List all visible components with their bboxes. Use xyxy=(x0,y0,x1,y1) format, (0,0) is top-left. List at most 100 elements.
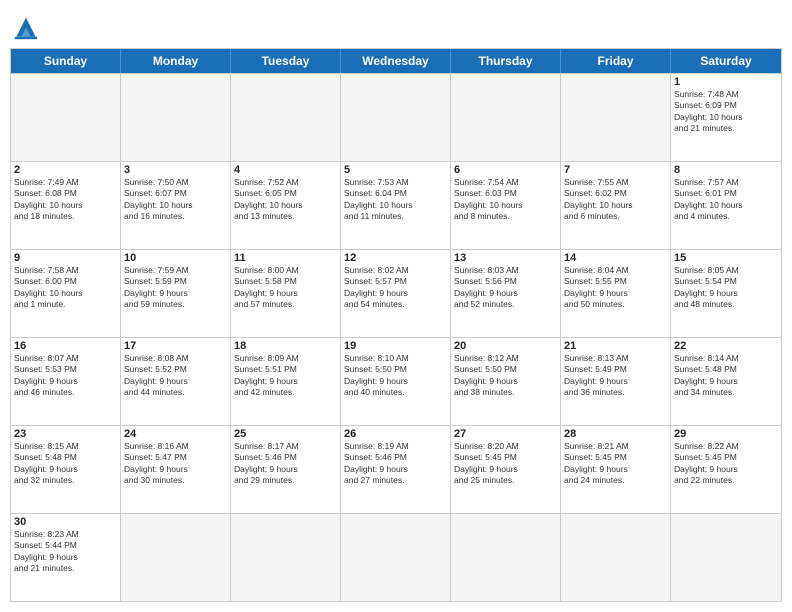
day-number: 11 xyxy=(234,252,337,264)
day-number: 3 xyxy=(124,164,227,176)
cell-info: Sunrise: 8:09 AM Sunset: 5:51 PM Dayligh… xyxy=(234,353,337,399)
calendar-cell-r2-c6: 15Sunrise: 8:05 AM Sunset: 5:54 PM Dayli… xyxy=(671,250,781,337)
weekday-header-friday: Friday xyxy=(561,49,671,73)
calendar-cell-r3-c0: 16Sunrise: 8:07 AM Sunset: 5:53 PM Dayli… xyxy=(11,338,121,425)
cell-info: Sunrise: 8:17 AM Sunset: 5:46 PM Dayligh… xyxy=(234,441,337,487)
cell-info: Sunrise: 8:10 AM Sunset: 5:50 PM Dayligh… xyxy=(344,353,447,399)
cell-info: Sunrise: 7:55 AM Sunset: 6:02 PM Dayligh… xyxy=(564,177,667,223)
calendar: SundayMondayTuesdayWednesdayThursdayFrid… xyxy=(10,48,782,602)
calendar-cell-r0-c4 xyxy=(451,74,561,161)
calendar-cell-r4-c1: 24Sunrise: 8:16 AM Sunset: 5:47 PM Dayli… xyxy=(121,426,231,513)
calendar-cell-r0-c3 xyxy=(341,74,451,161)
day-number: 23 xyxy=(14,428,117,440)
day-number: 15 xyxy=(674,252,778,264)
day-number: 6 xyxy=(454,164,557,176)
cell-info: Sunrise: 7:52 AM Sunset: 6:05 PM Dayligh… xyxy=(234,177,337,223)
day-number: 7 xyxy=(564,164,667,176)
cell-info: Sunrise: 8:08 AM Sunset: 5:52 PM Dayligh… xyxy=(124,353,227,399)
day-number: 26 xyxy=(344,428,447,440)
day-number: 21 xyxy=(564,340,667,352)
calendar-cell-r4-c2: 25Sunrise: 8:17 AM Sunset: 5:46 PM Dayli… xyxy=(231,426,341,513)
cell-info: Sunrise: 8:00 AM Sunset: 5:58 PM Dayligh… xyxy=(234,265,337,311)
calendar-cell-r2-c2: 11Sunrise: 8:00 AM Sunset: 5:58 PM Dayli… xyxy=(231,250,341,337)
calendar-cell-r5-c5 xyxy=(561,514,671,601)
calendar-body: 1Sunrise: 7:48 AM Sunset: 6:09 PM Daylig… xyxy=(11,73,781,601)
calendar-row-4: 23Sunrise: 8:15 AM Sunset: 5:48 PM Dayli… xyxy=(11,425,781,513)
calendar-cell-r4-c6: 29Sunrise: 8:22 AM Sunset: 5:45 PM Dayli… xyxy=(671,426,781,513)
page: SundayMondayTuesdayWednesdayThursdayFrid… xyxy=(0,0,792,612)
calendar-cell-r2-c3: 12Sunrise: 8:02 AM Sunset: 5:57 PM Dayli… xyxy=(341,250,451,337)
day-number: 9 xyxy=(14,252,117,264)
calendar-cell-r2-c1: 10Sunrise: 7:59 AM Sunset: 5:59 PM Dayli… xyxy=(121,250,231,337)
top-section xyxy=(10,10,782,42)
weekday-header-thursday: Thursday xyxy=(451,49,561,73)
calendar-cell-r3-c6: 22Sunrise: 8:14 AM Sunset: 5:48 PM Dayli… xyxy=(671,338,781,425)
day-number: 17 xyxy=(124,340,227,352)
calendar-cell-r1-c1: 3Sunrise: 7:50 AM Sunset: 6:07 PM Daylig… xyxy=(121,162,231,249)
weekday-header-monday: Monday xyxy=(121,49,231,73)
calendar-cell-r1-c5: 7Sunrise: 7:55 AM Sunset: 6:02 PM Daylig… xyxy=(561,162,671,249)
calendar-row-1: 2Sunrise: 7:49 AM Sunset: 6:08 PM Daylig… xyxy=(11,161,781,249)
calendar-cell-r3-c4: 20Sunrise: 8:12 AM Sunset: 5:50 PM Dayli… xyxy=(451,338,561,425)
cell-info: Sunrise: 8:19 AM Sunset: 5:46 PM Dayligh… xyxy=(344,441,447,487)
calendar-cell-r4-c3: 26Sunrise: 8:19 AM Sunset: 5:46 PM Dayli… xyxy=(341,426,451,513)
calendar-cell-r1-c3: 5Sunrise: 7:53 AM Sunset: 6:04 PM Daylig… xyxy=(341,162,451,249)
day-number: 8 xyxy=(674,164,778,176)
day-number: 14 xyxy=(564,252,667,264)
day-number: 28 xyxy=(564,428,667,440)
cell-info: Sunrise: 8:13 AM Sunset: 5:49 PM Dayligh… xyxy=(564,353,667,399)
calendar-cell-r3-c2: 18Sunrise: 8:09 AM Sunset: 5:51 PM Dayli… xyxy=(231,338,341,425)
cell-info: Sunrise: 8:16 AM Sunset: 5:47 PM Dayligh… xyxy=(124,441,227,487)
calendar-cell-r4-c5: 28Sunrise: 8:21 AM Sunset: 5:45 PM Dayli… xyxy=(561,426,671,513)
cell-info: Sunrise: 8:15 AM Sunset: 5:48 PM Dayligh… xyxy=(14,441,117,487)
cell-info: Sunrise: 8:21 AM Sunset: 5:45 PM Dayligh… xyxy=(564,441,667,487)
day-number: 25 xyxy=(234,428,337,440)
calendar-cell-r4-c4: 27Sunrise: 8:20 AM Sunset: 5:45 PM Dayli… xyxy=(451,426,561,513)
weekday-header-saturday: Saturday xyxy=(671,49,781,73)
weekday-header-wednesday: Wednesday xyxy=(341,49,451,73)
calendar-cell-r0-c5 xyxy=(561,74,671,161)
calendar-cell-r4-c0: 23Sunrise: 8:15 AM Sunset: 5:48 PM Dayli… xyxy=(11,426,121,513)
day-number: 2 xyxy=(14,164,117,176)
calendar-cell-r0-c6: 1Sunrise: 7:48 AM Sunset: 6:09 PM Daylig… xyxy=(671,74,781,161)
calendar-cell-r5-c3 xyxy=(341,514,451,601)
day-number: 22 xyxy=(674,340,778,352)
cell-info: Sunrise: 8:02 AM Sunset: 5:57 PM Dayligh… xyxy=(344,265,447,311)
day-number: 30 xyxy=(14,516,117,528)
calendar-cell-r2-c4: 13Sunrise: 8:03 AM Sunset: 5:56 PM Dayli… xyxy=(451,250,561,337)
day-number: 29 xyxy=(674,428,778,440)
day-number: 24 xyxy=(124,428,227,440)
cell-info: Sunrise: 7:53 AM Sunset: 6:04 PM Dayligh… xyxy=(344,177,447,223)
day-number: 20 xyxy=(454,340,557,352)
calendar-cell-r3-c1: 17Sunrise: 8:08 AM Sunset: 5:52 PM Dayli… xyxy=(121,338,231,425)
cell-info: Sunrise: 7:49 AM Sunset: 6:08 PM Dayligh… xyxy=(14,177,117,223)
cell-info: Sunrise: 7:48 AM Sunset: 6:09 PM Dayligh… xyxy=(674,89,778,135)
cell-info: Sunrise: 8:14 AM Sunset: 5:48 PM Dayligh… xyxy=(674,353,778,399)
cell-info: Sunrise: 8:03 AM Sunset: 5:56 PM Dayligh… xyxy=(454,265,557,311)
cell-info: Sunrise: 8:07 AM Sunset: 5:53 PM Dayligh… xyxy=(14,353,117,399)
calendar-cell-r0-c0 xyxy=(11,74,121,161)
logo xyxy=(10,14,46,42)
calendar-cell-r3-c3: 19Sunrise: 8:10 AM Sunset: 5:50 PM Dayli… xyxy=(341,338,451,425)
cell-info: Sunrise: 7:57 AM Sunset: 6:01 PM Dayligh… xyxy=(674,177,778,223)
day-number: 18 xyxy=(234,340,337,352)
day-number: 13 xyxy=(454,252,557,264)
cell-info: Sunrise: 8:22 AM Sunset: 5:45 PM Dayligh… xyxy=(674,441,778,487)
cell-info: Sunrise: 8:12 AM Sunset: 5:50 PM Dayligh… xyxy=(454,353,557,399)
calendar-cell-r1-c0: 2Sunrise: 7:49 AM Sunset: 6:08 PM Daylig… xyxy=(11,162,121,249)
calendar-cell-r1-c6: 8Sunrise: 7:57 AM Sunset: 6:01 PM Daylig… xyxy=(671,162,781,249)
logo-icon xyxy=(10,14,42,42)
calendar-row-5: 30Sunrise: 8:23 AM Sunset: 5:44 PM Dayli… xyxy=(11,513,781,601)
day-number: 16 xyxy=(14,340,117,352)
calendar-cell-r5-c1 xyxy=(121,514,231,601)
weekday-header-tuesday: Tuesday xyxy=(231,49,341,73)
day-number: 4 xyxy=(234,164,337,176)
calendar-cell-r2-c0: 9Sunrise: 7:58 AM Sunset: 6:00 PM Daylig… xyxy=(11,250,121,337)
calendar-header: SundayMondayTuesdayWednesdayThursdayFrid… xyxy=(11,49,781,73)
weekday-header-sunday: Sunday xyxy=(11,49,121,73)
calendar-cell-r1-c4: 6Sunrise: 7:54 AM Sunset: 6:03 PM Daylig… xyxy=(451,162,561,249)
day-number: 12 xyxy=(344,252,447,264)
calendar-cell-r0-c1 xyxy=(121,74,231,161)
calendar-cell-r2-c5: 14Sunrise: 8:04 AM Sunset: 5:55 PM Dayli… xyxy=(561,250,671,337)
cell-info: Sunrise: 7:50 AM Sunset: 6:07 PM Dayligh… xyxy=(124,177,227,223)
